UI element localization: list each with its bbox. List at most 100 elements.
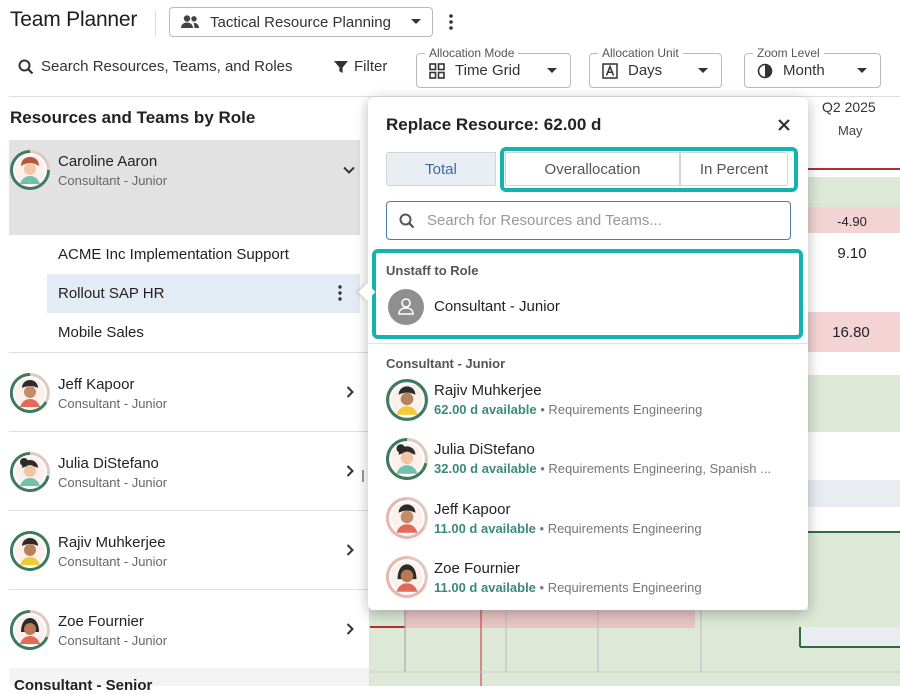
candidate-skills: Requirements Engineering	[548, 402, 703, 417]
caroline-total-value: -4.90	[837, 214, 867, 229]
allocation-mode-select[interactable]: Allocation Mode Time Grid	[416, 46, 571, 88]
replace-resource-popup: Replace Resource: 62.00 d Total Overallo…	[368, 97, 808, 610]
resource-role: Consultant - Junior	[58, 475, 168, 490]
candidate-avatar-julia	[386, 438, 428, 480]
filter-icon	[334, 60, 348, 74]
avatar-caroline	[10, 150, 50, 190]
candidate-skills: Requirements Engineering	[547, 580, 702, 595]
candidate-skills: Requirements Engineering, Spanish ...	[548, 461, 771, 476]
candidate-jeff[interactable]: Jeff Kapoor 11.00 d available • Requirem…	[434, 501, 702, 536]
project-more-icon[interactable]	[338, 285, 342, 301]
month-header: May	[838, 123, 863, 138]
chevron-right-icon[interactable]	[343, 464, 357, 478]
zoom-level-caption: Zoom Level	[753, 46, 824, 60]
candidate-availability: 62.00 d available	[434, 402, 537, 417]
allocation-mode-caption: Allocation Mode	[425, 46, 519, 60]
candidate-details: 11.00 d available • Requirements Enginee…	[434, 580, 702, 595]
resource-info-jeff: Jeff Kapoor Consultant - Junior	[58, 376, 167, 411]
section-divider	[368, 343, 808, 344]
tabs-highlight	[500, 147, 798, 192]
chevron-down-icon	[856, 67, 868, 75]
zoom-level-value: Month	[783, 62, 825, 79]
acme-value: 9.10	[837, 245, 867, 262]
resource-name: Rajiv Muhkerjee	[58, 534, 166, 551]
candidate-name: Jeff Kapoor	[434, 501, 511, 518]
project-row-acme[interactable]: ACME Inc Implementation Support	[58, 246, 289, 263]
row-divider	[9, 589, 369, 590]
popup-title: Replace Resource: 62.00 d	[386, 115, 602, 134]
candidate-details: 11.00 d available • Requirements Enginee…	[434, 521, 702, 536]
app-title: Team Planner	[10, 8, 138, 31]
resource-name: Jeff Kapoor	[58, 376, 135, 393]
resource-name: Julia DiStefano	[58, 455, 159, 472]
project-label-rollout: Rollout SAP HR	[58, 285, 165, 302]
candidate-julia[interactable]: Julia DiStefano 32.00 d available • Requ…	[434, 441, 771, 476]
filter-label: Filter	[354, 58, 388, 75]
candidate-skills: Requirements Engineering	[547, 521, 702, 536]
chevron-down-icon[interactable]	[342, 163, 356, 177]
chevron-down-icon	[410, 18, 422, 26]
resource-search-field[interactable]	[386, 201, 791, 240]
tab-total[interactable]: Total	[386, 152, 496, 186]
candidate-name: Zoe Fournier	[434, 560, 520, 577]
chevron-right-icon[interactable]	[343, 385, 357, 399]
resource-info-zoe: Zoe Fournier Consultant - Junior	[58, 613, 167, 648]
allocation-mode-value: Time Grid	[455, 62, 521, 79]
resource-role: Consultant - Junior	[58, 396, 168, 411]
search-resources-label: Search Resources, Teams, and Roles	[41, 58, 293, 75]
project-row-mobile[interactable]: Mobile Sales	[58, 324, 144, 341]
resource-name: Caroline Aaron	[58, 153, 158, 170]
candidate-avatar-zoe	[386, 556, 428, 598]
candidate-zoe[interactable]: Zoe Fournier 11.00 d available • Require…	[434, 560, 702, 595]
search-resources-button[interactable]: Search Resources, Teams, and Roles	[18, 58, 293, 75]
candidates-section-label: Consultant - Junior	[386, 356, 506, 371]
grid-icon	[429, 62, 445, 79]
resource-info-caroline: Caroline Aaron Consultant - Junior	[58, 153, 167, 188]
row-divider	[9, 510, 369, 511]
chevron-right-icon[interactable]	[343, 622, 357, 636]
moon-icon	[757, 63, 773, 79]
allocation-unit-select[interactable]: Allocation Unit Days	[589, 46, 722, 88]
unstaff-highlight	[372, 249, 803, 339]
filter-button[interactable]: Filter	[334, 58, 387, 75]
resource-role: Consultant - Junior	[58, 633, 168, 648]
candidate-details: 62.00 d available • Requirements Enginee…	[434, 402, 703, 417]
view-select[interactable]: Tactical Resource Planning	[169, 7, 433, 37]
view-select-label: Tactical Resource Planning	[210, 13, 391, 31]
close-icon[interactable]	[774, 115, 794, 135]
more-options-icon[interactable]	[443, 11, 459, 33]
resource-info-rajiv: Rajiv Muhkerjee Consultant - Junior	[58, 534, 167, 569]
candidate-details: 32.00 d available • Requirements Enginee…	[434, 461, 771, 476]
search-icon	[18, 59, 34, 75]
allocation-unit-value: Days	[628, 62, 663, 79]
resource-role: Consultant - Junior	[58, 173, 168, 188]
candidate-rajiv[interactable]: Rajiv Muhkerjee 62.00 d available • Requ…	[434, 382, 702, 417]
resize-handle[interactable]	[362, 470, 364, 482]
candidate-availability: 11.00 d available	[434, 580, 536, 595]
candidate-availability: 32.00 d available	[434, 461, 537, 476]
row-divider	[9, 431, 369, 432]
avatar-jeff	[10, 373, 50, 413]
avatar-julia	[10, 452, 50, 492]
chevron-right-icon[interactable]	[343, 543, 357, 557]
zoom-level-select[interactable]: Zoom Level Month	[744, 46, 881, 88]
mobile-value: 16.80	[832, 324, 870, 341]
search-icon	[399, 213, 415, 229]
resource-name: Zoe Fournier	[58, 613, 144, 630]
resource-role: Consultant - Junior	[58, 554, 168, 569]
resource-info-julia: Julia DiStefano Consultant - Junior	[58, 455, 167, 490]
row-divider	[9, 352, 369, 353]
candidate-name: Rajiv Muhkerjee	[434, 382, 542, 399]
header-divider	[155, 10, 156, 36]
candidate-avatar-rajiv	[386, 379, 428, 421]
team-icon	[180, 14, 200, 30]
resource-search-input[interactable]	[427, 212, 778, 229]
panel-title: Resources and Teams by Role	[10, 108, 256, 127]
candidate-name: Julia DiStefano	[434, 441, 535, 458]
avatar-zoe	[10, 610, 50, 650]
candidate-availability: 11.00 d available	[434, 521, 536, 536]
chevron-down-icon	[697, 67, 709, 75]
allocation-unit-caption: Allocation Unit	[598, 46, 683, 60]
chevron-down-icon	[546, 67, 558, 75]
quarter-header: Q2 2025	[822, 99, 876, 115]
